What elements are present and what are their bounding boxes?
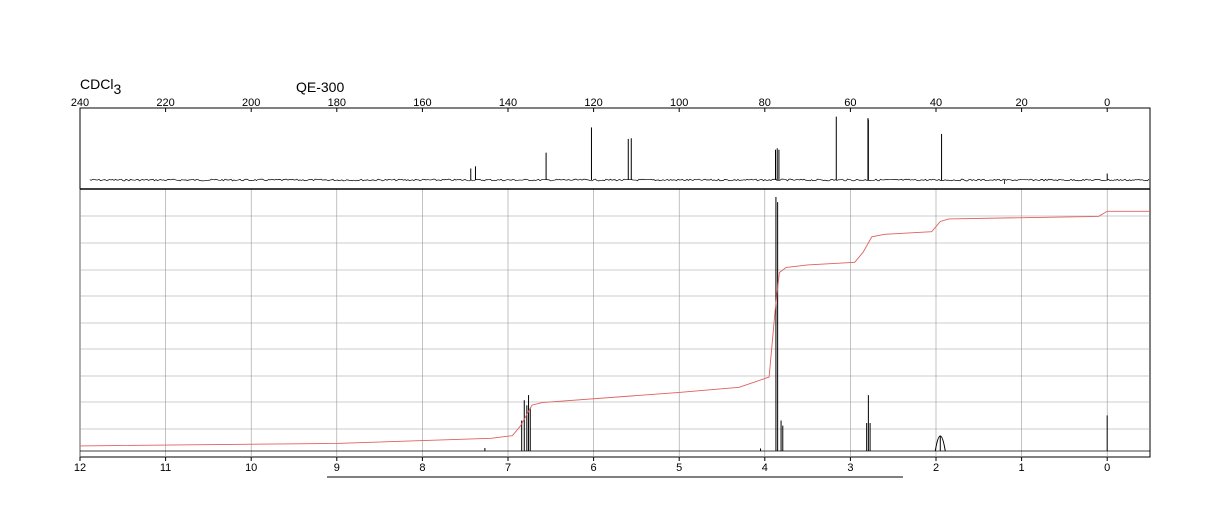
h1-tick-label-6: 6 [591,462,597,474]
c13-tick-label-12: 0 [1104,97,1110,109]
plot-frame [79,107,1151,458]
c13-tick-label-9: 60 [844,97,856,109]
c13-tick-label-3: 180 [328,97,346,109]
c13-tick-label-5: 140 [499,97,517,109]
nmr-spectra-figure: 240 220 200 180 160 140 120 100 80 60 40 20 012 11 10 9… [71,97,1151,478]
c13-tick-label-2: 200 [242,97,260,109]
h1-tick-label-7: 5 [676,462,682,474]
h1-tick-label-0: 12 [74,462,86,474]
c13-tick-label-11: 20 [1015,97,1027,109]
c13-tick-label-4: 160 [413,97,431,109]
c13-tick-label-10: 40 [930,97,942,109]
c13-tick-label-8: 80 [759,97,771,109]
h1-tick-label-11: 1 [1019,462,1025,474]
h1-tick-label-12: 0 [1104,462,1110,474]
c13-tick-label-0: 240 [71,97,89,109]
h1-tick-label-5: 7 [505,462,511,474]
h1-integral-curve [79,210,1150,447]
h1-tick-label-10: 2 [933,462,939,474]
c13-tick-label-7: 100 [670,97,688,109]
h1-tick-label-9: 3 [847,462,853,474]
c13-baseline-trace [89,178,1150,182]
h1-tick-label-3: 9 [334,462,340,474]
c13-tick-label-6: 120 [584,97,602,109]
h1-tick-label-4: 8 [419,462,425,474]
h1-tick-label-2: 10 [245,462,257,474]
h1-tick-label-8: 4 [762,462,768,474]
h1-tick-label-1: 11 [160,462,171,474]
c13-tick-label-1: 220 [156,97,174,109]
